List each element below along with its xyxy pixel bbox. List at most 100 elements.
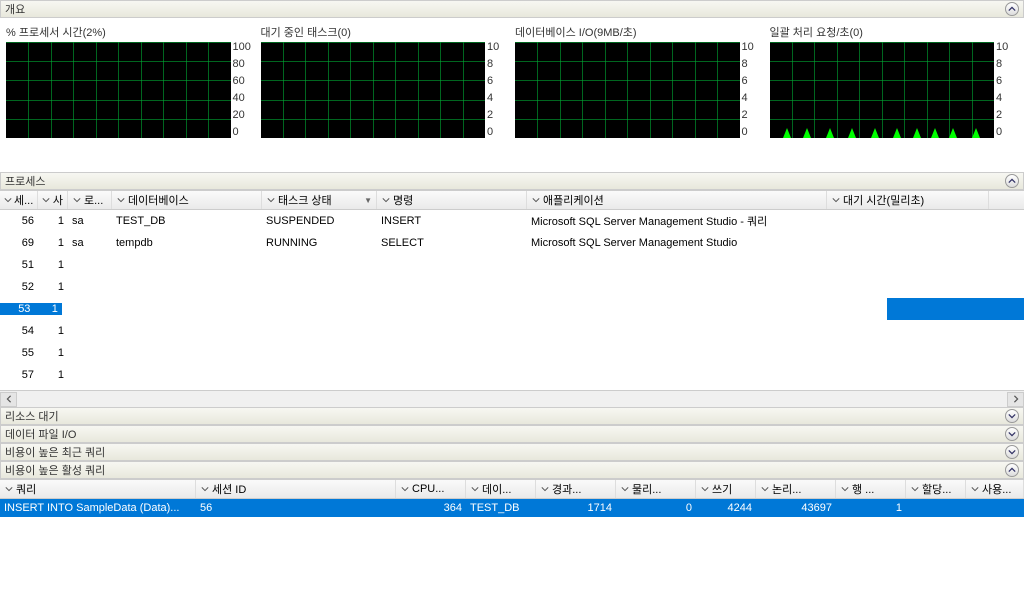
chart-io-plot [515, 42, 740, 138]
processes-hscroll[interactable] [0, 390, 1024, 407]
cell: 1 [38, 259, 68, 271]
filter-icon[interactable] [116, 195, 126, 205]
aq-col-8[interactable]: 행 ... [836, 480, 906, 498]
aq-col-4[interactable]: 경과... [536, 480, 616, 498]
filter-icon[interactable] [72, 195, 82, 205]
aq-col-9[interactable]: 할당... [906, 480, 966, 498]
col-header-4[interactable]: 태스크 상태▼ [262, 191, 377, 209]
panel-collapse-button[interactable] [1005, 427, 1019, 441]
processes-section-header[interactable]: 프로세스 [0, 172, 1024, 190]
filter-icon[interactable] [470, 484, 480, 494]
col-header-0[interactable]: 세... [0, 191, 38, 209]
filter-icon[interactable] [620, 484, 630, 494]
chart-batch: 일괄 처리 요청/초(0) 1086420 [770, 24, 1019, 138]
filter-icon[interactable] [831, 195, 841, 205]
panel-collapse-button[interactable] [1005, 409, 1019, 423]
filter-icon[interactable] [840, 484, 850, 494]
cell: INSERT [377, 215, 527, 227]
chevron-down-icon [1008, 412, 1016, 420]
chart-batch-label: 일괄 처리 요청/초(0) [770, 24, 1019, 40]
filter-icon[interactable] [4, 195, 12, 205]
chart-io-label: 데이터베이스 I/O(9MB/초) [515, 24, 764, 40]
cell: 1 [38, 281, 68, 293]
cell: 55 [0, 347, 38, 359]
aq-cell: 0 [616, 502, 696, 514]
cell: 1 [38, 215, 68, 227]
panel-collapse-button[interactable] [1005, 463, 1019, 477]
scroll-right-button[interactable] [1007, 392, 1024, 407]
cell: Microsoft SQL Server Management Studio -… [527, 213, 827, 229]
filter-icon[interactable] [400, 484, 410, 494]
aq-col-2[interactable]: CPU... [396, 480, 466, 498]
aq-col-6[interactable]: 쓰기 [696, 480, 756, 498]
filter-icon[interactable] [381, 195, 391, 205]
charts-row: % 프로세서 시간(2%) 100806040200 대기 중인 태스크(0) … [0, 18, 1024, 144]
panel-header-1[interactable]: 데이터 파일 I/O [0, 425, 1024, 443]
chart-tasks: 대기 중인 태스크(0) 1086420 [261, 24, 510, 138]
cell: sa [68, 215, 112, 227]
chart-cpu: % 프로세서 시간(2%) 100806040200 [6, 24, 255, 138]
process-row[interactable]: 691satempdbRUNNINGSELECTMicrosoft SQL Se… [0, 232, 1024, 254]
aq-cell: 1714 [536, 502, 616, 514]
aq-cell: 43697 [756, 502, 836, 514]
process-row[interactable]: 531 [0, 298, 1024, 320]
overview-section-header[interactable]: 개요 [0, 0, 1024, 18]
active-queries-row[interactable]: INSERT INTO SampleData (Data)...56364TES… [0, 499, 1024, 517]
cell: SUSPENDED [262, 215, 377, 227]
filter-icon[interactable] [4, 484, 14, 494]
aq-cell: 364 [396, 502, 466, 514]
process-row[interactable]: 511 [0, 254, 1024, 276]
process-row[interactable]: 541 [0, 320, 1024, 342]
aq-col-5[interactable]: 물리... [616, 480, 696, 498]
overview-collapse-button[interactable] [1005, 2, 1019, 16]
panel-header-0[interactable]: 리소스 대기 [0, 407, 1024, 425]
chevron-down-icon [1008, 448, 1016, 456]
filter-icon[interactable] [540, 484, 550, 494]
aq-cell: TEST_DB [466, 502, 536, 514]
col-header-6[interactable]: 애플리케이션 [527, 191, 827, 209]
panel-title: 비용이 높은 최근 쿼리 [5, 444, 105, 460]
process-row[interactable]: 561saTEST_DBSUSPENDEDINSERTMicrosoft SQL… [0, 210, 1024, 232]
filter-icon[interactable] [266, 195, 276, 205]
aq-col-3[interactable]: 데이... [466, 480, 536, 498]
process-row[interactable]: 521 [0, 276, 1024, 298]
cell: 1 [38, 369, 68, 381]
chevron-down-icon [1008, 430, 1016, 438]
chevron-up-icon [1008, 177, 1016, 185]
panel-header-3[interactable]: 비용이 높은 활성 쿼리 [0, 461, 1024, 479]
filter-icon[interactable] [531, 195, 541, 205]
aq-col-0[interactable]: 쿼리 [0, 480, 196, 498]
filter-icon[interactable] [200, 484, 210, 494]
scroll-left-button[interactable] [0, 392, 17, 407]
process-row[interactable]: 551 [0, 342, 1024, 364]
processes-collapse-button[interactable] [1005, 174, 1019, 188]
chart-cpu-label: % 프로세서 시간(2%) [6, 24, 255, 40]
cell: 54 [0, 325, 38, 337]
cell: 57 [0, 369, 38, 381]
aq-cell: 4244 [696, 502, 756, 514]
col-header-2[interactable]: 로... [68, 191, 112, 209]
process-row[interactable]: 571 [0, 364, 1024, 386]
col-header-7[interactable]: 대기 시간(밀리초) [827, 191, 989, 209]
filter-icon[interactable] [42, 195, 51, 205]
cell: 1 [38, 347, 68, 359]
cell: SELECT [377, 237, 527, 249]
filter-icon[interactable] [970, 484, 980, 494]
aq-col-1[interactable]: 세션 ID [196, 480, 396, 498]
filter-icon[interactable] [910, 484, 920, 494]
chevron-right-icon [1012, 395, 1020, 403]
chart-cpu-body: 100806040200 [6, 42, 255, 138]
cell: 1 [38, 325, 68, 337]
aq-col-10[interactable]: 사용... [966, 480, 1024, 498]
cell: 1 [38, 237, 68, 249]
col-header-3[interactable]: 데이터베이스 [112, 191, 262, 209]
col-header-5[interactable]: 명령 [377, 191, 527, 209]
filter-icon[interactable] [700, 484, 710, 494]
processes-column-headers: 세...사로...데이터베이스태스크 상태▼명령애플리케이션대기 시간(밀리초) [0, 190, 1024, 210]
panel-collapse-button[interactable] [1005, 445, 1019, 459]
filter-icon[interactable] [760, 484, 770, 494]
cell: sa [68, 237, 112, 249]
col-header-1[interactable]: 사 [38, 191, 68, 209]
panel-header-2[interactable]: 비용이 높은 최근 쿼리 [0, 443, 1024, 461]
aq-col-7[interactable]: 논리... [756, 480, 836, 498]
